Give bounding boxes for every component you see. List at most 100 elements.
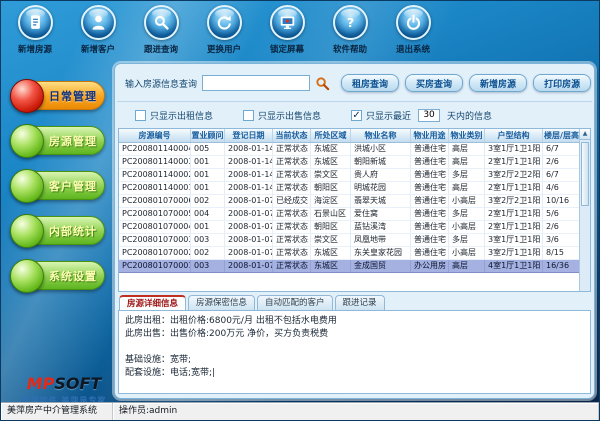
table-cell: PC200801070006 xyxy=(119,195,191,207)
column-header[interactable]: 房源编号 xyxy=(119,129,191,142)
table-cell: 正常状态 xyxy=(273,156,311,168)
status-app-name: 美萍房产中介管理系统 xyxy=(1,403,113,420)
sidebar-item[interactable]: 房源管理 xyxy=(11,126,105,155)
power-icon[interactable] xyxy=(396,5,431,40)
person-icon[interactable] xyxy=(81,5,116,40)
sidebar-item[interactable]: 内部统计 xyxy=(11,216,105,245)
scroll-up-icon[interactable]: ▲ xyxy=(580,129,590,140)
detail-tab[interactable]: 房源保密信息 xyxy=(188,295,255,310)
toolbar-button[interactable]: 新增客户 xyxy=(70,5,126,63)
table-row[interactable]: PC2008010700020022008-01-07正常状态东城区东关皇家花园… xyxy=(119,247,579,260)
table-cell: 3室2厅2卫2阳 xyxy=(485,169,543,181)
toolbar-label: 新增客户 xyxy=(81,43,115,55)
table-cell: 石景山区 xyxy=(311,208,351,220)
detail-tab[interactable]: 自动匹配的客户 xyxy=(257,295,333,310)
table-cell: 蓝钻溪湾 xyxy=(351,221,411,233)
column-header[interactable]: 物业名称 xyxy=(351,129,411,142)
brand-text: MPSOFT xyxy=(14,376,114,392)
column-header[interactable]: 物业用途 xyxy=(411,129,449,142)
table-cell: 4室1厅1卫1阳 xyxy=(485,260,543,272)
table-cell: 普通住宅 xyxy=(411,208,449,220)
table-row[interactable]: PC2008010700010032008-01-07正常状态东城区金成国贸办公… xyxy=(119,260,579,273)
table-cell: PC200801140001 xyxy=(119,182,191,194)
sidebar-item-label: 系统设置 xyxy=(46,262,100,289)
table-cell: 普通住宅 xyxy=(411,169,449,181)
query-button[interactable]: 租房查询 xyxy=(341,74,399,92)
column-header[interactable]: 登记日期 xyxy=(225,129,273,142)
table-cell: 贵人府 xyxy=(351,169,411,181)
table-cell: 高层 xyxy=(449,143,485,155)
table-cell: PC200801070004 xyxy=(119,221,191,233)
refresh-icon[interactable] xyxy=(207,5,242,40)
table-cell: 普通住宅 xyxy=(411,247,449,259)
sidebar-item-label: 日常管理 xyxy=(46,82,100,109)
query-button[interactable]: 打印房源 xyxy=(533,74,591,92)
toolbar-button[interactable]: 跟进查询 xyxy=(133,5,189,63)
search-icon[interactable] xyxy=(144,5,179,40)
checkbox-rent-icon[interactable] xyxy=(135,110,146,121)
table-cell: 3室1厅1卫1阳 xyxy=(485,234,543,246)
search-magnifier-icon[interactable] xyxy=(315,76,330,91)
table-row[interactable]: PC2008010700060022008-01-07已经成交海淀区翡翠天城普通… xyxy=(119,195,579,208)
column-header[interactable]: 当前状态 xyxy=(273,129,311,142)
table-body: PC2008011400040052008-01-14正常状态东城区洪城小区普通… xyxy=(119,143,579,273)
table-cell: 普通住宅 xyxy=(411,221,449,233)
toolbar-label: 软件帮助 xyxy=(333,43,367,55)
sidebar-item[interactable]: 日常管理 xyxy=(11,81,105,110)
filter-sale-only[interactable]: 只显示出售信息 xyxy=(243,109,321,122)
query-button[interactable]: 新增房源 xyxy=(469,74,527,92)
days-input[interactable] xyxy=(418,109,440,122)
toolbar-button[interactable]: 退出系统 xyxy=(385,5,441,63)
table-scrollbar[interactable]: ▲ xyxy=(579,129,590,291)
table-row[interactable]: PC2008011400010012008-01-14正常状态朝阳区明城花园普通… xyxy=(119,182,579,195)
query-button[interactable]: 买房查询 xyxy=(405,74,463,92)
sidebar-item-label: 房源管理 xyxy=(46,127,100,154)
brand-mp: MP xyxy=(27,374,55,393)
table-row[interactable]: PC2008010700050042008-01-07正常状态石景山区爱住窝普通… xyxy=(119,208,579,221)
column-header[interactable]: 物业类别 xyxy=(449,129,485,142)
screen-icon[interactable] xyxy=(270,5,305,40)
checkbox-sale-icon[interactable] xyxy=(243,110,254,121)
document-icon[interactable] xyxy=(18,5,53,40)
table-row[interactable]: PC2008011400020012008-01-14正常状态崇文区贵人府普通住… xyxy=(119,169,579,182)
detail-line: 此房出租：出租价格:6800元/月 出租不包括水电费用 xyxy=(125,315,584,328)
table-row[interactable]: PC2008010700040012008-01-07正常状态朝阳区蓝钻溪湾普通… xyxy=(119,221,579,234)
column-header[interactable]: 楼层/层高 xyxy=(543,129,579,142)
table-cell: 办公用房 xyxy=(411,260,449,272)
scrollbar-thumb[interactable] xyxy=(581,142,589,206)
toolbar-button[interactable]: 锁定屏幕 xyxy=(259,5,315,63)
toolbar-button[interactable]: ? 软件帮助 xyxy=(322,5,378,63)
checkbox-recent-icon[interactable]: ✓ xyxy=(351,110,362,121)
filter-recent-days[interactable]: ✓ 只显示最近 天内的信息 xyxy=(351,109,492,122)
table-cell: 2/6 xyxy=(543,156,579,168)
table-cell: 2008-01-07 xyxy=(225,221,273,233)
detail-info-box[interactable]: 此房出租：出租价格:6800元/月 出租不包括水电费用此房出售：出售价格:200… xyxy=(118,310,591,394)
filter-rent-only[interactable]: 只显示出租信息 xyxy=(135,109,213,122)
toolbar-button[interactable]: 新增房源 xyxy=(7,5,63,63)
table-cell: PC200801140002 xyxy=(119,169,191,181)
detail-tab[interactable]: 房源详细信息 xyxy=(119,295,186,310)
detail-line: 配套设施：电话;宽带;| xyxy=(125,367,584,380)
table-cell: 凤凰地带 xyxy=(351,234,411,246)
column-header[interactable]: 置业顾问 xyxy=(191,129,225,142)
table-cell: 正常状态 xyxy=(273,221,311,233)
table-row[interactable]: PC2008011400040052008-01-14正常状态东城区洪城小区普通… xyxy=(119,143,579,156)
filter-sale-label: 只显示出售信息 xyxy=(258,109,321,122)
toolbar-label: 跟进查询 xyxy=(144,43,178,55)
table-row[interactable]: PC2008011400030012008-01-14正常状态东城区朝阳新城普通… xyxy=(119,156,579,169)
column-header[interactable]: 所处区域 xyxy=(311,129,351,142)
table-cell: 2008-01-14 xyxy=(225,169,273,181)
table-cell: 翡翠天城 xyxy=(351,195,411,207)
main-panel: 输入房源信息查询 租房查询买房查询新增房源打印房源 只显示出租信息 只显示出售信… xyxy=(114,63,595,399)
sidebar-item[interactable]: 系统设置 xyxy=(11,261,105,290)
column-header[interactable]: 户型结构 xyxy=(485,129,543,142)
toolbar-button[interactable]: 更换用户 xyxy=(196,5,252,63)
help-icon[interactable]: ? xyxy=(333,5,368,40)
table-row[interactable]: PC2008010700030032008-01-07正常状态崇文区凤凰地带普通… xyxy=(119,234,579,247)
table-cell: 002 xyxy=(191,247,225,259)
detail-tab[interactable]: 跟进记录 xyxy=(335,295,385,310)
sphere-icon xyxy=(10,169,44,203)
search-input[interactable] xyxy=(202,75,310,91)
sidebar-item[interactable]: 客户管理 xyxy=(11,171,105,200)
table-cell: 东城区 xyxy=(311,247,351,259)
